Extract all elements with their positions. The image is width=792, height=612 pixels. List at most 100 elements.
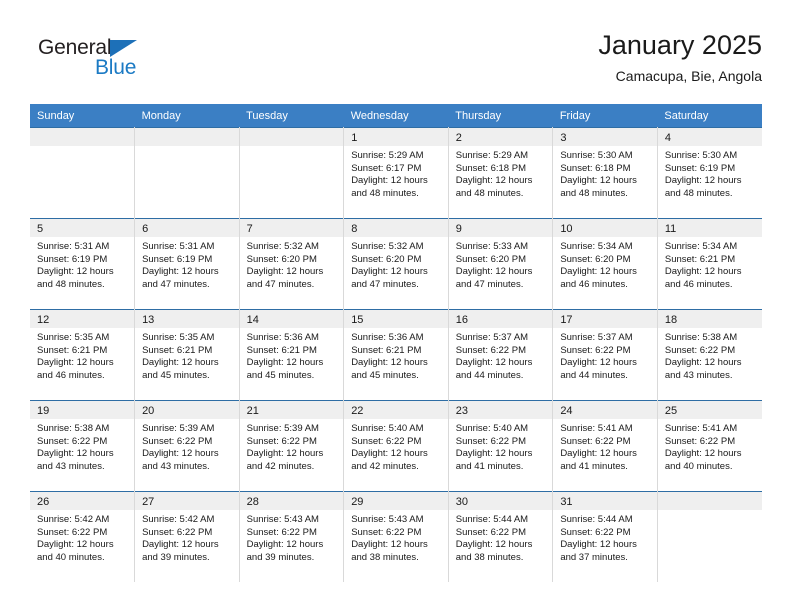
- daylight-text-line2: and 45 minutes.: [351, 369, 419, 381]
- calendar-day-cell[interactable]: 13 Sunrise: 5:35 AM Sunset: 6:21 PM Dayligh…: [134, 309, 240, 401]
- sunset-text: Sunset: 6:17 PM: [351, 162, 422, 174]
- day-details: Sunrise: 5:34 AM Sunset: 6:21 PM Daylight:…: [658, 237, 762, 291]
- calendar-week-row: 26 Sunrise: 5:42 AM Sunset: 6:22 PM Dayligh…: [30, 491, 762, 582]
- calendar-day-cell[interactable]: 7 Sunrise: 5:32 AM Sunset: 6:20 PM Daylight…: [239, 218, 345, 310]
- daylight-text-line2: and 46 minutes.: [664, 278, 733, 290]
- calendar-day-cell[interactable]: 3 Sunrise: 5:30 AM Sunset: 6:18 PM Daylight…: [552, 127, 658, 219]
- calendar-day-cell[interactable]: 6 Sunrise: 5:31 AM Sunset: 6:19 PM Daylight…: [134, 218, 240, 310]
- calendar-day-cell[interactable]: 26 Sunrise: 5:42 AM Sunset: 6:22 PM Dayligh…: [30, 491, 136, 582]
- calendar-day-cell[interactable]: 30 Sunrise: 5:44 AM Sunset: 6:22 PM Dayligh…: [448, 491, 554, 582]
- day-details: Sunrise: 5:36 AM Sunset: 6:21 PM Daylight:…: [344, 328, 448, 382]
- weekday-header-saturday: Saturday: [657, 104, 762, 128]
- day-number: 15: [344, 310, 448, 328]
- day-details: Sunrise: 5:40 AM Sunset: 6:22 PM Daylight:…: [449, 419, 553, 473]
- calendar-day-cell[interactable]: 11 Sunrise: 5:34 AM Sunset: 6:21 PM Dayligh…: [657, 218, 762, 310]
- calendar-day-cell[interactable]: 10 Sunrise: 5:34 AM Sunset: 6:20 PM Dayligh…: [552, 218, 658, 310]
- calendar-day-cell[interactable]: 20 Sunrise: 5:39 AM Sunset: 6:22 PM Dayligh…: [134, 400, 240, 492]
- calendar-day-cell[interactable]: 9 Sunrise: 5:33 AM Sunset: 6:20 PM Daylight…: [448, 218, 554, 310]
- calendar-day-cell[interactable]: 29 Sunrise: 5:43 AM Sunset: 6:22 PM Dayligh…: [343, 491, 449, 582]
- daylight-text-line1: Daylight: 12 hours: [664, 266, 742, 278]
- day-number: 6: [135, 219, 239, 237]
- daylight-text-line1: Daylight: 12 hours: [560, 539, 637, 551]
- sunrise-text: Sunrise: 5:34 AM: [560, 241, 633, 252]
- day-number: [135, 128, 239, 146]
- day-number: 10: [553, 219, 657, 237]
- daylight-text-line2: and 43 minutes.: [664, 369, 733, 381]
- day-details: Sunrise: 5:37 AM Sunset: 6:22 PM Daylight:…: [449, 328, 553, 382]
- day-details: Sunrise: 5:34 AM Sunset: 6:20 PM Daylight:…: [553, 237, 657, 291]
- day-number: 24: [553, 401, 657, 419]
- daylight-text-line2: and 48 minutes.: [37, 278, 105, 290]
- day-details: Sunrise: 5:36 AM Sunset: 6:21 PM Daylight:…: [240, 328, 344, 382]
- calendar-day-cell[interactable]: 23 Sunrise: 5:40 AM Sunset: 6:22 PM Dayligh…: [448, 400, 554, 492]
- day-number: 31: [553, 492, 657, 510]
- calendar-day-cell[interactable]: 14 Sunrise: 5:36 AM Sunset: 6:21 PM Dayligh…: [239, 309, 345, 401]
- calendar-day-cell[interactable]: 8 Sunrise: 5:32 AM Sunset: 6:20 PM Daylight…: [343, 218, 449, 310]
- calendar-day-cell[interactable]: 1 Sunrise: 5:29 AM Sunset: 6:17 PM Daylight…: [343, 127, 449, 219]
- day-number: 23: [448, 401, 553, 419]
- day-number: 17: [553, 310, 657, 328]
- calendar-day-cell[interactable]: 18 Sunrise: 5:38 AM Sunset: 6:22 PM Dayligh…: [657, 309, 762, 401]
- sunset-text: Sunset: 6:22 PM: [455, 344, 526, 356]
- sunrise-text: Sunrise: 5:35 AM: [142, 332, 215, 343]
- calendar-day-cell[interactable]: 15 Sunrise: 5:36 AM Sunset: 6:21 PM Dayligh…: [343, 309, 449, 401]
- sunrise-text: Sunrise: 5:37 AM: [560, 332, 633, 343]
- daylight-text-line2: and 48 minutes.: [560, 187, 628, 199]
- calendar-day-cell[interactable]: 19 Sunrise: 5:38 AM Sunset: 6:22 PM Dayligh…: [30, 400, 136, 492]
- day-details: Sunrise: 5:38 AM Sunset: 6:22 PM Daylight:…: [30, 419, 134, 473]
- calendar-day-cell[interactable]: 27 Sunrise: 5:42 AM Sunset: 6:22 PM Dayligh…: [134, 491, 240, 582]
- sunset-text: Sunset: 6:20 PM: [351, 253, 422, 265]
- sunset-text: Sunset: 6:20 PM: [560, 253, 631, 265]
- sunrise-text: Sunrise: 5:39 AM: [142, 423, 215, 434]
- calendar-day-cell[interactable]: 4 Sunrise: 5:30 AM Sunset: 6:19 PM Daylight…: [657, 127, 762, 219]
- calendar-day-cell[interactable]: 17 Sunrise: 5:37 AM Sunset: 6:22 PM Dayligh…: [552, 309, 658, 401]
- day-number: 8: [344, 219, 448, 237]
- general-blue-logo[interactable]: General Blue: [38, 36, 168, 86]
- sunset-text: Sunset: 6:21 PM: [37, 344, 108, 356]
- calendar-day-cell[interactable]: 31 Sunrise: 5:44 AM Sunset: 6:22 PM Dayligh…: [552, 491, 658, 582]
- calendar-day-cell[interactable]: 25 Sunrise: 5:41 AM Sunset: 6:22 PM Dayligh…: [657, 400, 762, 492]
- daylight-text-line2: and 42 minutes.: [351, 460, 419, 472]
- sunset-text: Sunset: 6:18 PM: [455, 162, 526, 174]
- sunset-text: Sunset: 6:19 PM: [142, 253, 213, 265]
- sunrise-text: Sunrise: 5:40 AM: [351, 423, 424, 434]
- calendar-day-cell[interactable]: 24 Sunrise: 5:41 AM Sunset: 6:22 PM Dayligh…: [552, 400, 658, 492]
- daylight-text-line1: Daylight: 12 hours: [246, 357, 324, 369]
- day-number: 9: [448, 219, 553, 237]
- weekday-header-thursday: Thursday: [448, 104, 553, 128]
- daylight-text-line2: and 47 minutes.: [351, 278, 419, 290]
- daylight-text-line2: and 44 minutes.: [455, 369, 524, 381]
- day-number: 22: [344, 401, 448, 419]
- calendar-day-cell[interactable]: 16 Sunrise: 5:37 AM Sunset: 6:22 PM Dayligh…: [448, 309, 554, 401]
- day-details: Sunrise: 5:35 AM Sunset: 6:21 PM Daylight:…: [135, 328, 239, 382]
- day-details: Sunrise: 5:29 AM Sunset: 6:17 PM Daylight:…: [344, 146, 448, 200]
- calendar-day-cell[interactable]: 22 Sunrise: 5:40 AM Sunset: 6:22 PM Dayligh…: [343, 400, 449, 492]
- daylight-text-line1: Daylight: 12 hours: [351, 448, 428, 460]
- daylight-text-line2: and 48 minutes.: [351, 187, 419, 199]
- day-number: [30, 128, 135, 146]
- sunset-text: Sunset: 6:22 PM: [351, 526, 422, 538]
- sunset-text: Sunset: 6:22 PM: [142, 435, 213, 447]
- calendar-day-cell[interactable]: 28 Sunrise: 5:43 AM Sunset: 6:22 PM Dayligh…: [239, 491, 345, 582]
- day-details: Sunrise: 5:31 AM Sunset: 6:19 PM Daylight:…: [135, 237, 239, 291]
- daylight-text-line1: Daylight: 12 hours: [560, 175, 637, 187]
- calendar-day-cell[interactable]: 5 Sunrise: 5:31 AM Sunset: 6:19 PM Daylight…: [30, 218, 136, 310]
- calendar-day-cell[interactable]: 12 Sunrise: 5:35 AM Sunset: 6:21 PM Dayligh…: [30, 309, 136, 401]
- sunset-text: Sunset: 6:21 PM: [142, 344, 213, 356]
- daylight-text-line1: Daylight: 12 hours: [664, 448, 742, 460]
- calendar-day-cell[interactable]: 21 Sunrise: 5:39 AM Sunset: 6:22 PM Dayligh…: [239, 400, 345, 492]
- sunset-text: Sunset: 6:20 PM: [246, 253, 317, 265]
- day-number: 19: [30, 401, 135, 419]
- daylight-text-line2: and 46 minutes.: [560, 278, 628, 290]
- daylight-text-line1: Daylight: 12 hours: [351, 357, 428, 369]
- day-details: Sunrise: 5:31 AM Sunset: 6:19 PM Daylight:…: [30, 237, 134, 291]
- calendar-week-row: 19 Sunrise: 5:38 AM Sunset: 6:22 PM Dayligh…: [30, 400, 762, 492]
- daylight-text-line1: Daylight: 12 hours: [142, 357, 219, 369]
- sunset-text: Sunset: 6:21 PM: [246, 344, 317, 356]
- day-details: Sunrise: 5:35 AM Sunset: 6:21 PM Daylight:…: [30, 328, 134, 382]
- calendar-day-cell-empty: [30, 127, 136, 219]
- sunset-text: Sunset: 6:22 PM: [246, 435, 317, 447]
- sunrise-text: Sunrise: 5:34 AM: [664, 241, 738, 252]
- calendar-day-cell[interactable]: 2 Sunrise: 5:29 AM Sunset: 6:18 PM Daylight…: [448, 127, 554, 219]
- logo-triangle-icon: [110, 40, 137, 57]
